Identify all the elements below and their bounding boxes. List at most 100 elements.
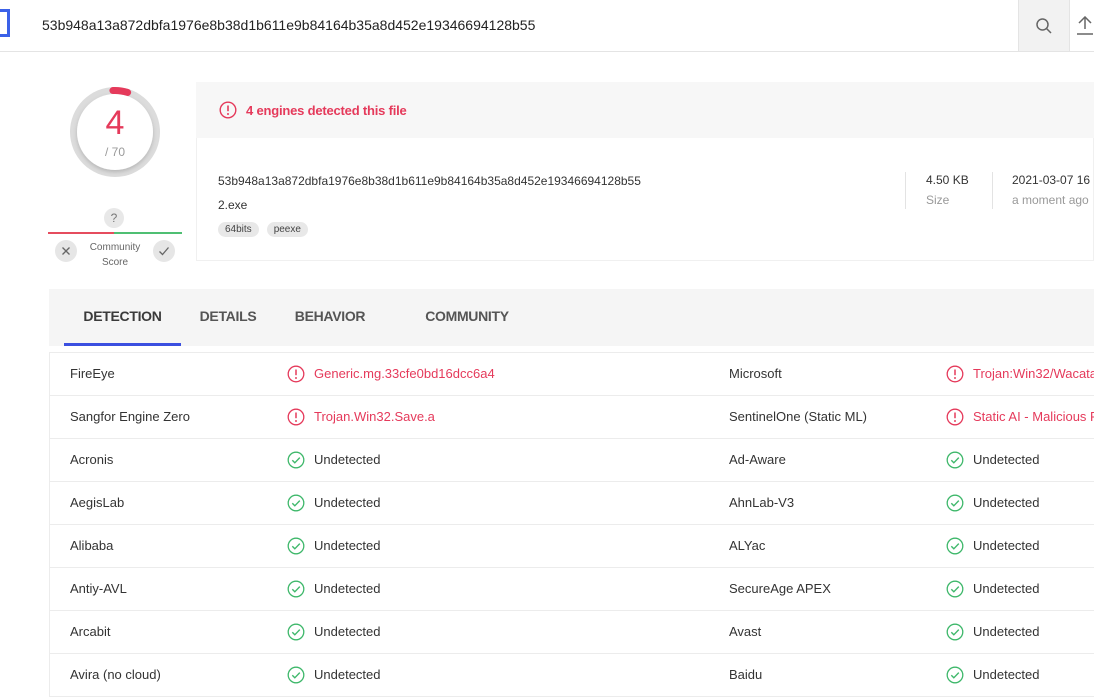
alert-circle-icon xyxy=(287,408,305,426)
community-bar-negative xyxy=(48,232,114,234)
result-text: Undetected xyxy=(973,581,1040,596)
table-row: Alibaba Undetected ALYac Undetected xyxy=(50,525,1094,568)
tab-detection[interactable]: DETECTION xyxy=(64,289,181,346)
engine-result: Generic.mg.33cfe0bd16dcc6a4 xyxy=(287,353,495,395)
engine-name: ALYac xyxy=(729,538,766,553)
community-label-line2: Score xyxy=(101,257,129,268)
result-text: Undetected xyxy=(314,624,381,639)
result-text: Static AI - Malicious P xyxy=(973,409,1094,424)
result-text: Generic.mg.33cfe0bd16dcc6a4 xyxy=(314,366,495,381)
engine-result: Static AI - Malicious P xyxy=(946,396,1094,438)
analysis-date-value: 2021-03-07 16 xyxy=(1012,173,1091,187)
check-circle-icon xyxy=(287,666,305,684)
engine-result: Undetected xyxy=(946,654,1040,696)
table-row: Sangfor Engine Zero Trojan.Win32.Save.a Se… xyxy=(50,396,1094,439)
table-row: FireEye Generic.mg.33cfe0bd16dcc6a4 Micros… xyxy=(50,353,1094,396)
check-circle-icon xyxy=(946,623,964,641)
engine-result: Undetected xyxy=(946,568,1040,610)
engine-result: Undetected xyxy=(287,525,381,567)
check-circle-icon xyxy=(946,537,964,555)
engine-name: Microsoft xyxy=(729,366,782,381)
file-info-panel: 53b948a13a872dbfa1976e8b38d1b611e9b84164… xyxy=(196,138,1094,261)
community-bar-positive xyxy=(114,232,182,234)
table-row: Arcabit Undetected Avast Undetected xyxy=(50,611,1094,654)
engine-name: Baidu xyxy=(729,667,763,682)
tab-details[interactable]: DETAILS xyxy=(191,289,265,346)
detection-score-ring: 4 / 70 xyxy=(65,82,165,182)
check-circle-icon xyxy=(946,666,964,684)
table-row: Antiy-AVL Undetected SecureAge APEX Undetec… xyxy=(50,568,1094,611)
table-row: Acronis Undetected Ad-Aware Undetected xyxy=(50,439,1094,482)
file-size-label: Size xyxy=(926,193,950,207)
engine-result: Undetected xyxy=(946,525,1040,567)
score-detected: 4 xyxy=(105,104,125,142)
tag-peexe[interactable]: peexe xyxy=(266,222,308,237)
upload-icon xyxy=(1077,15,1093,35)
engine-name: Avira (no cloud) xyxy=(70,667,161,682)
result-text: Undetected xyxy=(314,495,381,510)
engine-result: Undetected xyxy=(287,482,381,524)
engine-result: Trojan.Win32.Save.a xyxy=(287,396,435,438)
magnifier-icon xyxy=(1036,17,1052,34)
result-text: Undetected xyxy=(314,581,381,596)
file-tags: 64bits peexe xyxy=(218,222,308,237)
engine-result: Trojan:Win32/Wacata xyxy=(946,353,1094,395)
result-text: Undetected xyxy=(314,452,381,467)
file-size-value: 4.50 KB xyxy=(926,173,969,187)
check-circle-icon xyxy=(287,451,305,469)
active-tab-indicator xyxy=(64,343,181,346)
engine-name: SecureAge APEX xyxy=(729,581,831,596)
tab-behavior[interactable]: BEHAVIOR xyxy=(285,289,375,346)
vote-harmful-button[interactable] xyxy=(55,240,77,262)
engine-result: Undetected xyxy=(287,568,381,610)
alert-circle-icon xyxy=(219,101,237,119)
check-circle-icon xyxy=(946,451,964,469)
result-text: Undetected xyxy=(973,667,1040,682)
file-hash: 53b948a13a872dbfa1976e8b38d1b611e9b84164… xyxy=(218,174,641,188)
close-icon xyxy=(62,247,70,255)
detection-summary-text: 4 engines detected this file xyxy=(246,103,407,118)
alert-circle-icon xyxy=(946,365,964,383)
detections-table: FireEye Generic.mg.33cfe0bd16dcc6a4 Micros… xyxy=(49,352,1094,697)
logo-icon[interactable] xyxy=(0,9,10,37)
engine-name: AhnLab-V3 xyxy=(729,495,795,510)
check-circle-icon xyxy=(287,623,305,641)
community-score-label: Community Score xyxy=(82,240,148,270)
alert-circle-icon xyxy=(287,365,305,383)
engine-result: Undetected xyxy=(946,482,1040,524)
result-text: Trojan:Win32/Wacata xyxy=(973,366,1094,381)
search-button[interactable] xyxy=(1018,0,1070,51)
engine-name: AegisLab xyxy=(70,495,125,510)
check-circle-icon xyxy=(946,494,964,512)
result-text: Undetected xyxy=(314,538,381,553)
analysis-date-label: a moment ago xyxy=(1012,193,1089,207)
upload-button[interactable] xyxy=(1076,0,1094,51)
check-circle-icon xyxy=(287,537,305,555)
engine-result: Undetected xyxy=(946,439,1040,481)
engine-name: Arcabit xyxy=(70,624,111,639)
result-text: Undetected xyxy=(973,452,1040,467)
question-icon: ? xyxy=(104,208,124,228)
result-text: Undetected xyxy=(973,495,1040,510)
engine-result: Undetected xyxy=(946,611,1040,653)
file-name: 2.exe xyxy=(218,198,248,212)
top-bar xyxy=(0,0,1094,52)
search-input[interactable] xyxy=(30,8,1010,42)
community-label-line1: Community xyxy=(89,242,141,253)
engine-name: Antiy-AVL xyxy=(70,581,127,596)
tab-community[interactable]: COMMUNITY xyxy=(415,289,519,346)
check-circle-icon xyxy=(287,494,305,512)
result-text: Undetected xyxy=(973,538,1040,553)
community-score: ? Community Score xyxy=(48,206,182,272)
check-circle-icon xyxy=(287,580,305,598)
divider xyxy=(992,172,993,209)
tag-64bits[interactable]: 64bits xyxy=(218,222,259,237)
report-tabs: DETECTION DETAILS BEHAVIOR COMMUNITY xyxy=(49,289,1094,346)
engine-result: Undetected xyxy=(287,439,381,481)
engine-name: FireEye xyxy=(70,366,115,381)
engine-name: SentinelOne (Static ML) xyxy=(729,409,868,424)
engine-name: Acronis xyxy=(70,452,114,467)
vote-harmless-button[interactable] xyxy=(153,240,175,262)
engine-name: Ad-Aware xyxy=(729,452,786,467)
check-circle-icon xyxy=(946,580,964,598)
